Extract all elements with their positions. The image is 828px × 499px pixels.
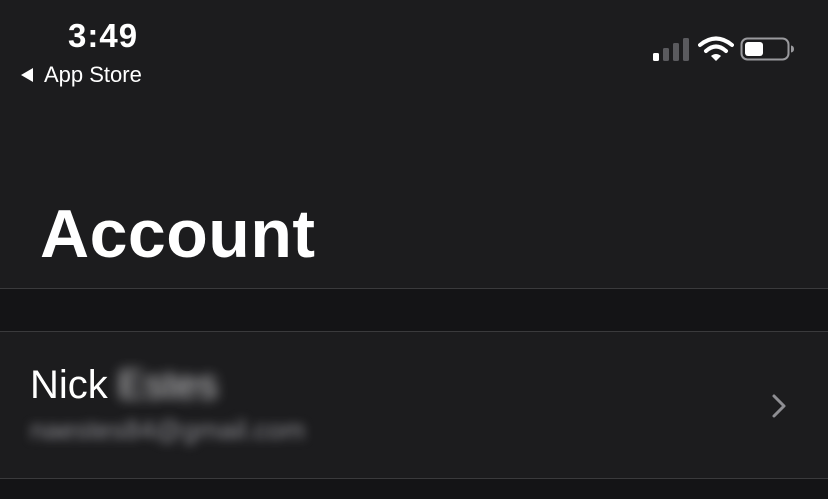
section-separator bbox=[0, 288, 828, 332]
account-last-name-blurred: Estes bbox=[117, 363, 218, 407]
account-first-name: Nick bbox=[30, 363, 108, 407]
section-footer-area bbox=[0, 479, 828, 499]
status-time: 3:49 bbox=[68, 17, 139, 54]
account-name: Nick Estes bbox=[30, 362, 218, 408]
page-title: Account bbox=[40, 196, 316, 272]
back-arrow-icon bbox=[21, 68, 33, 82]
account-email-blurred: naestes84@gmail.com bbox=[30, 415, 306, 445]
wifi-icon bbox=[698, 36, 734, 61]
account-profile-cell[interactable]: Nick Estes naestes84@gmail.com bbox=[0, 332, 828, 478]
battery-icon bbox=[740, 37, 794, 61]
back-to-app-store-link[interactable]: App Store bbox=[20, 61, 142, 89]
cellular-signal-icon bbox=[653, 38, 689, 61]
chevron-right-icon bbox=[772, 394, 786, 418]
back-link-label: App Store bbox=[44, 62, 142, 87]
status-bar: 3:49 App Store bbox=[0, 0, 828, 100]
